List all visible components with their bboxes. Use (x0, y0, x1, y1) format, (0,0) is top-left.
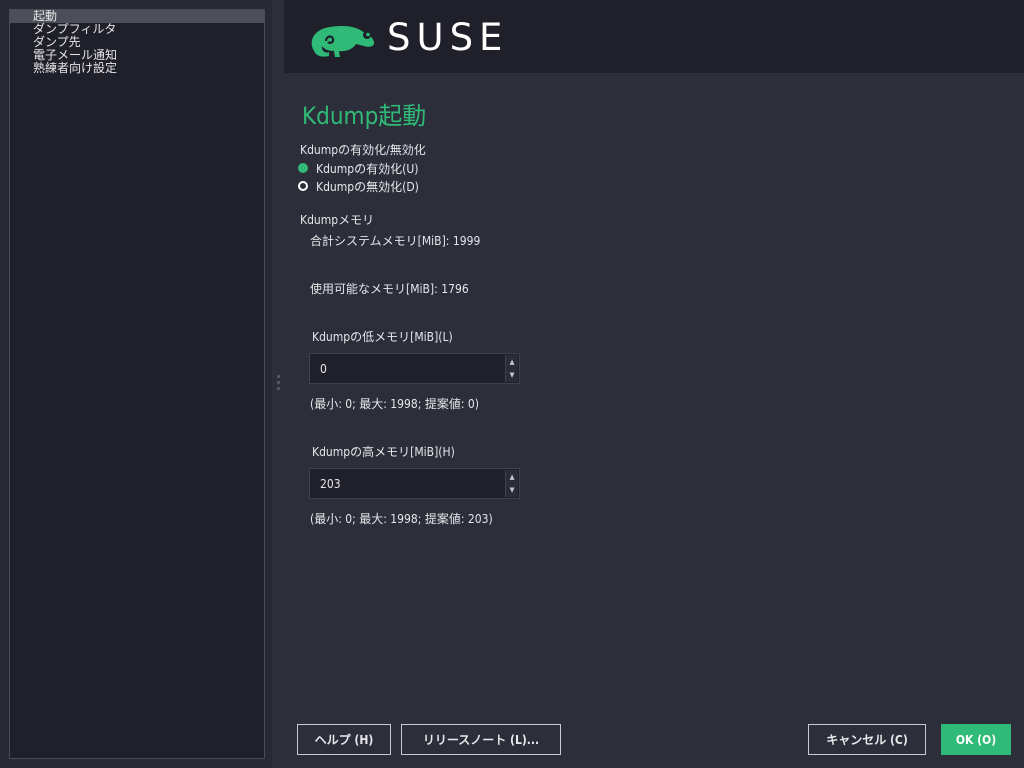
low-memory-spinbox[interactable]: 0 ▲ ▼ (309, 353, 520, 384)
sidebar-item-expert-settings[interactable]: 熟練者向け設定 (10, 62, 264, 75)
low-memory-value[interactable]: 0 (320, 362, 327, 376)
high-memory-spinbox[interactable]: 203 ▲ ▼ (309, 468, 520, 499)
total-memory-label: 合計システムメモリ[MiB]: (310, 234, 450, 248)
pane-splitter-handle[interactable] (277, 375, 280, 393)
suse-chameleon-logo-icon (311, 26, 375, 57)
low-memory-range-prefix: (最小: 0; 最大: (310, 397, 387, 411)
release-notes-button[interactable]: リリースノート (L)... (401, 724, 561, 755)
high-memory-range: (最小: 0; 最大: 1998; 提案値: 203) (310, 510, 493, 527)
decrement-arrow-icon[interactable]: ▼ (506, 368, 518, 381)
low-memory-range-suffix: ; 提案値: 0) (417, 397, 479, 411)
low-memory-label: Kdumpの低メモリ[MiB](L) (312, 330, 453, 344)
page-title: Kdump起動 (302, 102, 427, 130)
total-memory-value: 1999 (452, 234, 481, 248)
radio-disable-label: Kdumpの無効化(D) (316, 179, 419, 194)
low-memory-stepper[interactable]: ▲ ▼ (505, 355, 518, 382)
high-memory-value[interactable]: 203 (320, 477, 341, 491)
radio-enable-kdump[interactable]: Kdumpの有効化(U) (298, 161, 419, 176)
increment-arrow-icon[interactable]: ▲ (506, 470, 518, 483)
available-memory-label: 使用可能なメモリ[MiB]: (310, 282, 438, 296)
sidebar-tree[interactable]: 起動 ダンプフィルタ ダンプ先 電子メール通知 熟練者向け設定 (9, 9, 265, 759)
header-banner: SUSE (284, 0, 1024, 73)
help-button[interactable]: ヘルプ (H) (297, 724, 391, 755)
high-memory-label: Kdumpの高メモリ[MiB](H) (312, 445, 455, 459)
available-memory-value: 1796 (441, 282, 469, 296)
high-memory-range-prefix: (最小: 0; 最大: (310, 512, 387, 526)
memory-section-label: Kdumpメモリ (300, 213, 375, 227)
high-memory-range-suffix: ; 提案値: 203) (417, 512, 493, 526)
available-memory-text: 使用可能なメモリ[MiB]: 1796 (310, 280, 469, 297)
enable-group-label: Kdumpの有効化/無効化 (300, 143, 426, 157)
radio-enable-label: Kdumpの有効化(U) (316, 161, 419, 176)
radio-unselected-icon (298, 181, 308, 191)
ok-button[interactable]: OK (O) (941, 724, 1011, 755)
low-memory-range-max: 1998 (390, 397, 418, 411)
radio-selected-icon (298, 163, 308, 173)
suse-wordmark: SUSE (387, 16, 509, 59)
high-memory-range-max: 1998 (390, 512, 418, 526)
low-memory-range: (最小: 0; 最大: 1998; 提案値: 0) (310, 395, 479, 412)
decrement-arrow-icon[interactable]: ▼ (506, 483, 518, 496)
radio-disable-kdump[interactable]: Kdumpの無効化(D) (298, 179, 419, 194)
total-memory-text: 合計システムメモリ[MiB]: 1999 (310, 232, 480, 249)
high-memory-stepper[interactable]: ▲ ▼ (505, 470, 518, 497)
cancel-button[interactable]: キャンセル (C) (808, 724, 926, 755)
increment-arrow-icon[interactable]: ▲ (506, 355, 518, 368)
